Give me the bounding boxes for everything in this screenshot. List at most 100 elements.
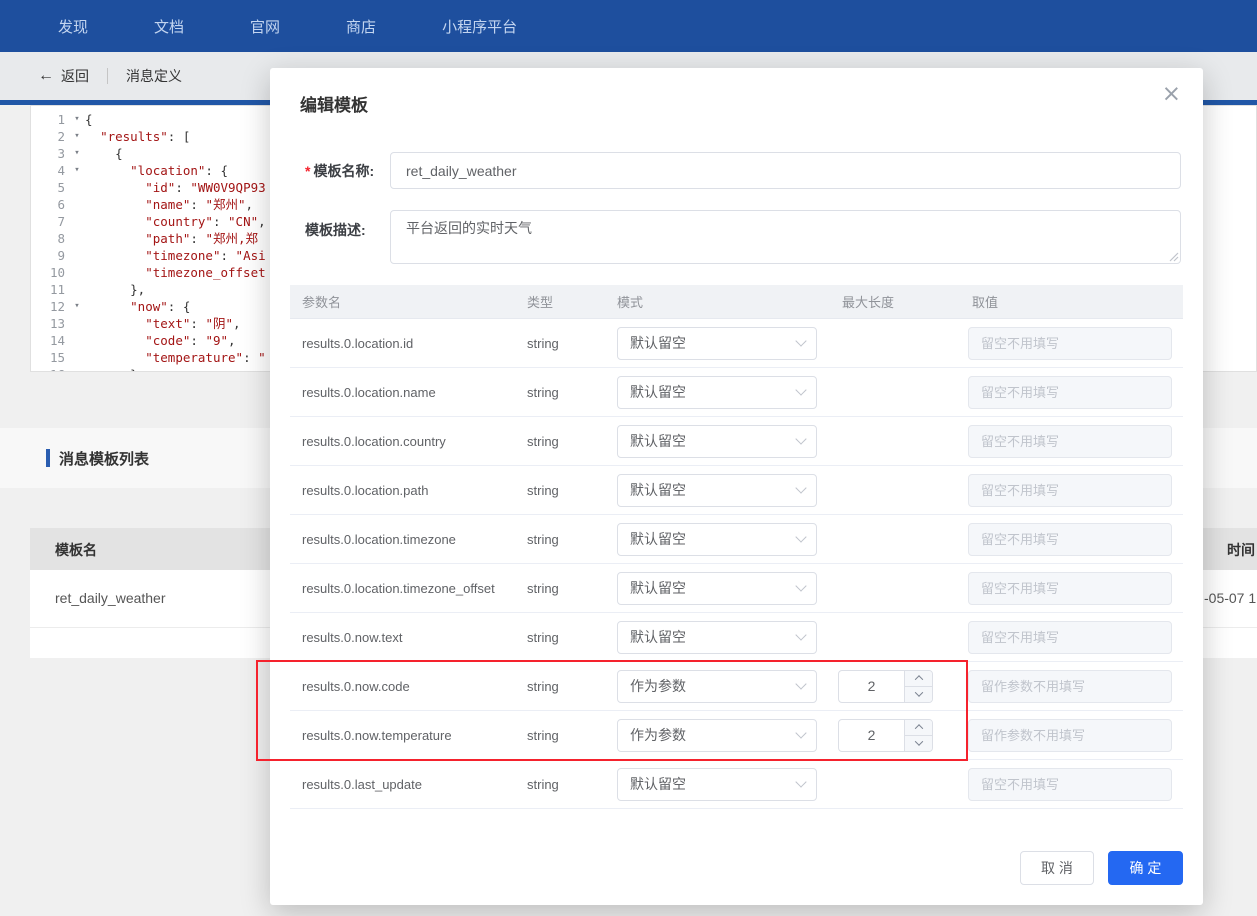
template-name-cell: ret_daily_weather (55, 590, 166, 606)
chevron-down-icon (795, 531, 807, 543)
nav-item[interactable]: 商店 (346, 16, 376, 37)
fold-icon[interactable]: ▾ (69, 162, 85, 179)
param-maxlen-cell: 2 (830, 669, 960, 703)
stepper-controls (904, 719, 932, 751)
param-type-cell: string (527, 629, 559, 645)
chevron-up-icon (914, 675, 923, 684)
fold-icon[interactable]: ▾ (69, 111, 85, 128)
nav-item[interactable]: 文档 (154, 16, 184, 37)
mode-select-value: 默认留空 (630, 580, 686, 596)
confirm-button[interactable]: 确 定 (1108, 851, 1183, 885)
param-row: results.0.now.text string 默认留空 (290, 613, 1183, 662)
stepper-controls (904, 670, 932, 702)
increment-button[interactable] (905, 670, 932, 687)
param-mode-cell: 默认留空 (605, 375, 830, 409)
mode-select[interactable]: 默认留空 (617, 424, 817, 458)
col-header-mode: 模式 (617, 295, 644, 310)
line-number: 10 (49, 265, 65, 280)
template-desc-textarea[interactable]: 平台返回的实时天气 (390, 210, 1181, 264)
param-type-cell: string (527, 727, 559, 743)
mode-select[interactable]: 默认留空 (617, 620, 817, 654)
line-number: 8 (57, 231, 65, 246)
decrement-button[interactable] (905, 686, 932, 702)
mode-select-value: 默认留空 (630, 335, 686, 351)
mode-select[interactable]: 默认留空 (617, 473, 817, 507)
line-number: 12 (49, 299, 65, 314)
nav-item[interactable]: 官网 (250, 16, 280, 37)
page-title: 消息定义 (126, 68, 182, 84)
line-number: 11 (49, 282, 65, 297)
param-type-cell: string (527, 335, 559, 351)
param-value-cell (960, 571, 1183, 605)
mode-select[interactable]: 默认留空 (617, 571, 817, 605)
mode-select[interactable]: 作为参数 (617, 669, 817, 703)
mode-select[interactable]: 默认留空 (617, 522, 817, 556)
template-time-cell: -05-07 1 (1204, 590, 1257, 606)
template-name-input[interactable] (390, 152, 1181, 189)
edit-template-dialog: 编辑模板 × *模板名称: 模板描述: 平台返回的实时天气 参数名 类型 模式 … (270, 68, 1203, 905)
param-name-cell: results.0.location.timezone (302, 531, 456, 547)
param-name-cell: results.0.location.id (302, 335, 414, 351)
param-row: results.0.now.code string 作为参数 2 (290, 662, 1183, 711)
param-row: results.0.location.country string 默认留空 (290, 417, 1183, 466)
param-mode-cell: 默认留空 (605, 767, 830, 801)
value-input[interactable] (968, 767, 1172, 801)
param-row: results.0.last_update string 默认留空 (290, 760, 1183, 809)
param-row: results.0.location.timezone_offset string… (290, 564, 1183, 613)
increment-button[interactable] (905, 719, 932, 736)
chevron-down-icon (795, 629, 807, 641)
value-input[interactable] (968, 718, 1172, 752)
page: 发现 文档 官网 商店 小程序平台 ← 返回 消息定义 1 ▾{2 ▾ "results":… (0, 0, 1257, 916)
value-input[interactable] (968, 326, 1172, 360)
line-number: 13 (49, 316, 65, 331)
col-header-maxlen: 最大长度 (842, 295, 895, 310)
mode-select[interactable]: 默认留空 (617, 326, 817, 360)
chevron-down-icon (795, 678, 807, 690)
template-name-label: * 模板名称: (305, 161, 374, 181)
param-table-body: results.0.location.idstring默认留空results.0… (290, 319, 1183, 809)
param-value-cell (960, 669, 1183, 703)
param-value-cell (960, 620, 1183, 654)
value-input[interactable] (968, 522, 1172, 556)
value-input[interactable] (968, 473, 1172, 507)
chevron-down-icon (795, 776, 807, 788)
maxlen-stepper[interactable]: 2 (838, 669, 933, 703)
back-button[interactable]: ← 返回 (38, 66, 89, 86)
mode-select[interactable]: 默认留空 (617, 767, 817, 801)
cancel-button[interactable]: 取 消 (1020, 851, 1094, 885)
header-time: 时间 (1227, 542, 1255, 558)
param-table-header: 参数名 类型 模式 最大长度 取值 (290, 285, 1183, 319)
nav-item[interactable]: 小程序平台 (442, 16, 517, 37)
param-mode-cell: 默认留空 (605, 473, 830, 507)
mode-select-value: 作为参数 (630, 727, 686, 743)
fold-icon[interactable]: ▾ (69, 298, 85, 315)
mode-select[interactable]: 作为参数 (617, 718, 817, 752)
param-name-cell: results.0.now.temperature (302, 727, 452, 743)
value-input[interactable] (968, 424, 1172, 458)
value-input[interactable] (968, 669, 1172, 703)
line-number: 3 (57, 146, 65, 161)
close-icon[interactable]: × (1162, 83, 1181, 106)
param-mode-cell: 默认留空 (605, 522, 830, 556)
value-input[interactable] (968, 375, 1172, 409)
value-input[interactable] (968, 571, 1172, 605)
value-input[interactable] (968, 620, 1172, 654)
decrement-button[interactable] (905, 735, 932, 751)
param-mode-cell: 作为参数 (605, 669, 830, 703)
param-type-cell: string (527, 384, 559, 400)
chevron-down-icon (795, 335, 807, 347)
param-name-cell: results.0.location.name (302, 384, 436, 400)
mode-select[interactable]: 默认留空 (617, 375, 817, 409)
maxlen-stepper[interactable]: 2 (838, 718, 933, 752)
fold-icon[interactable]: ▾ (69, 145, 85, 162)
param-value-cell (960, 424, 1183, 458)
fold-icon[interactable]: ▾ (69, 128, 85, 145)
param-row: results.0.location.name string 默认留空 (290, 368, 1183, 417)
nav-item[interactable]: 发现 (58, 16, 88, 37)
